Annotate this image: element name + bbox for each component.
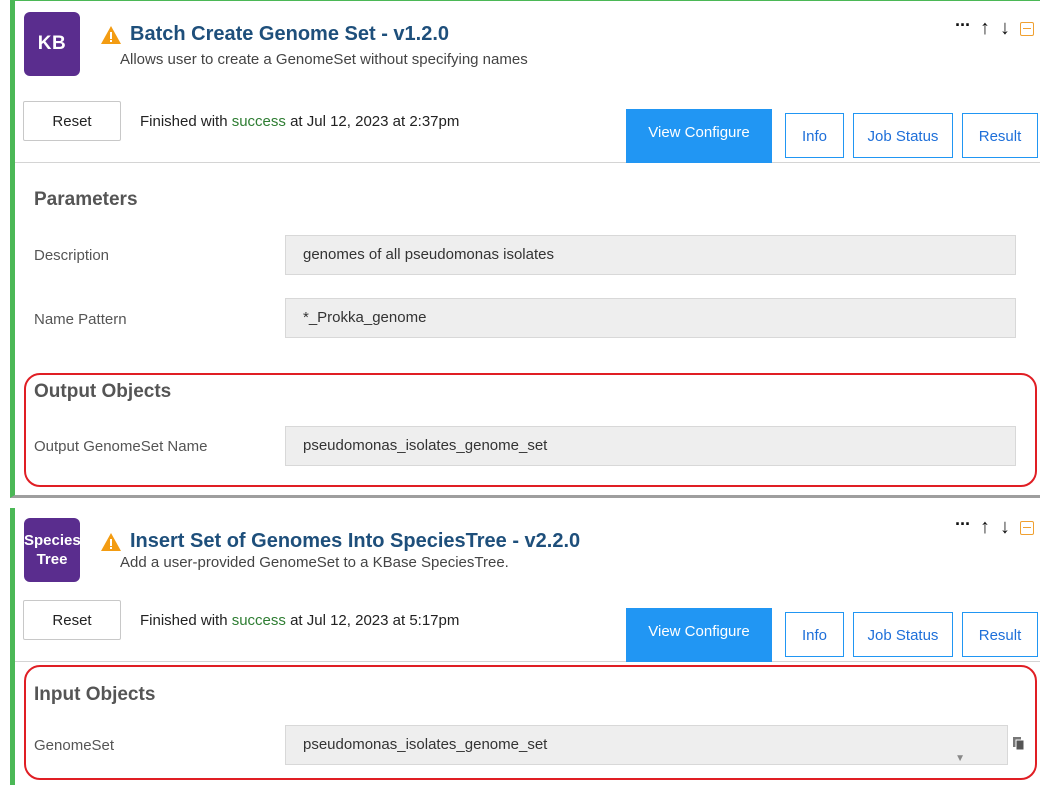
cell-toolbar: Reset Finished with success at Jul 12, 2… <box>15 592 1040 662</box>
warning-icon <box>101 532 121 551</box>
status-success: success <box>231 113 286 130</box>
status-success: success <box>231 612 286 629</box>
reset-button[interactable]: Reset <box>23 101 121 141</box>
collapse-icon[interactable] <box>1020 520 1034 535</box>
tab-view-configure[interactable]: View Configure <box>626 608 772 662</box>
copy-icon[interactable] <box>1012 736 1026 752</box>
dropdown-caret-icon[interactable]: ▼ <box>955 740 965 778</box>
tab-result[interactable]: Result <box>962 612 1038 657</box>
app-cell-batch-create-genome-set: KB Batch Create Genome Set - v1.2.0 Allo… <box>10 0 1040 498</box>
app-subtitle: Add a user-provided GenomeSet to a KBase… <box>120 554 509 571</box>
more-options-icon[interactable]: ··· <box>955 16 971 34</box>
warning-icon <box>101 25 121 44</box>
tab-job-status[interactable]: Job Status <box>853 612 953 657</box>
input-objects-heading: Input Objects <box>34 684 156 705</box>
output-genomeset-name-field[interactable]: pseudomonas_isolates_genome_set <box>285 426 1016 466</box>
cell-controls: ··· ↑ ↓ <box>955 515 1034 539</box>
cell-controls: ··· ↑ ↓ <box>955 16 1034 40</box>
app-title[interactable]: Insert Set of Genomes Into SpeciesTree -… <box>130 530 580 553</box>
job-status-text: Finished with success at Jul 12, 2023 at… <box>140 612 459 629</box>
reset-button[interactable]: Reset <box>23 600 121 640</box>
genomeset-label: GenomeSet <box>34 737 115 754</box>
more-options-icon[interactable]: ··· <box>955 515 971 533</box>
name-pattern-label: Name Pattern <box>34 311 127 328</box>
job-status-text: Finished with success at Jul 12, 2023 at… <box>140 113 459 130</box>
icon-line-1: Species <box>24 532 81 549</box>
move-down-icon[interactable]: ↓ <box>1000 516 1010 539</box>
app-subtitle: Allows user to create a GenomeSet withou… <box>120 51 528 68</box>
tab-info[interactable]: Info <box>785 612 844 657</box>
tab-info[interactable]: Info <box>785 113 844 158</box>
move-up-icon[interactable]: ↑ <box>980 17 990 40</box>
tab-result[interactable]: Result <box>962 113 1038 158</box>
app-title-row: Batch Create Genome Set - v1.2.0 <box>100 23 449 46</box>
tab-job-status[interactable]: Job Status <box>853 113 953 158</box>
status-prefix: Finished with <box>140 113 232 130</box>
description-label: Description <box>34 247 110 264</box>
name-pattern-field[interactable]: *_Prokka_genome <box>285 298 1016 338</box>
status-prefix: Finished with <box>140 612 232 629</box>
tab-view-configure[interactable]: View Configure <box>626 109 772 163</box>
move-down-icon[interactable]: ↓ <box>1000 17 1010 40</box>
icon-line-2: Tree <box>36 551 68 568</box>
app-title[interactable]: Batch Create Genome Set - v1.2.0 <box>130 23 449 46</box>
cell-toolbar: Reset Finished with success at Jul 12, 2… <box>15 93 1040 163</box>
species-tree-app-icon: Species Tree <box>24 518 81 582</box>
parameters-heading: Parameters <box>34 189 138 210</box>
output-genomeset-name-label: Output GenomeSet Name <box>34 438 208 455</box>
move-up-icon[interactable]: ↑ <box>980 516 990 539</box>
status-suffix: at Jul 12, 2023 at 5:17pm <box>285 612 460 629</box>
kb-app-icon: KB <box>24 12 80 76</box>
description-field[interactable]: genomes of all pseudomonas isolates <box>285 235 1016 275</box>
output-objects-heading: Output Objects <box>34 381 172 402</box>
app-title-row: Insert Set of Genomes Into SpeciesTree -… <box>100 530 580 553</box>
app-cell-insert-genomes-species-tree: Species Tree Insert Set of Genomes Into … <box>10 508 1040 785</box>
status-suffix: at Jul 12, 2023 at 2:37pm <box>285 113 460 130</box>
genomeset-selected-value: pseudomonas_isolates_genome_set <box>303 736 548 753</box>
genomeset-select[interactable]: pseudomonas_isolates_genome_set ▼ <box>285 725 1008 765</box>
collapse-icon[interactable] <box>1020 21 1034 36</box>
